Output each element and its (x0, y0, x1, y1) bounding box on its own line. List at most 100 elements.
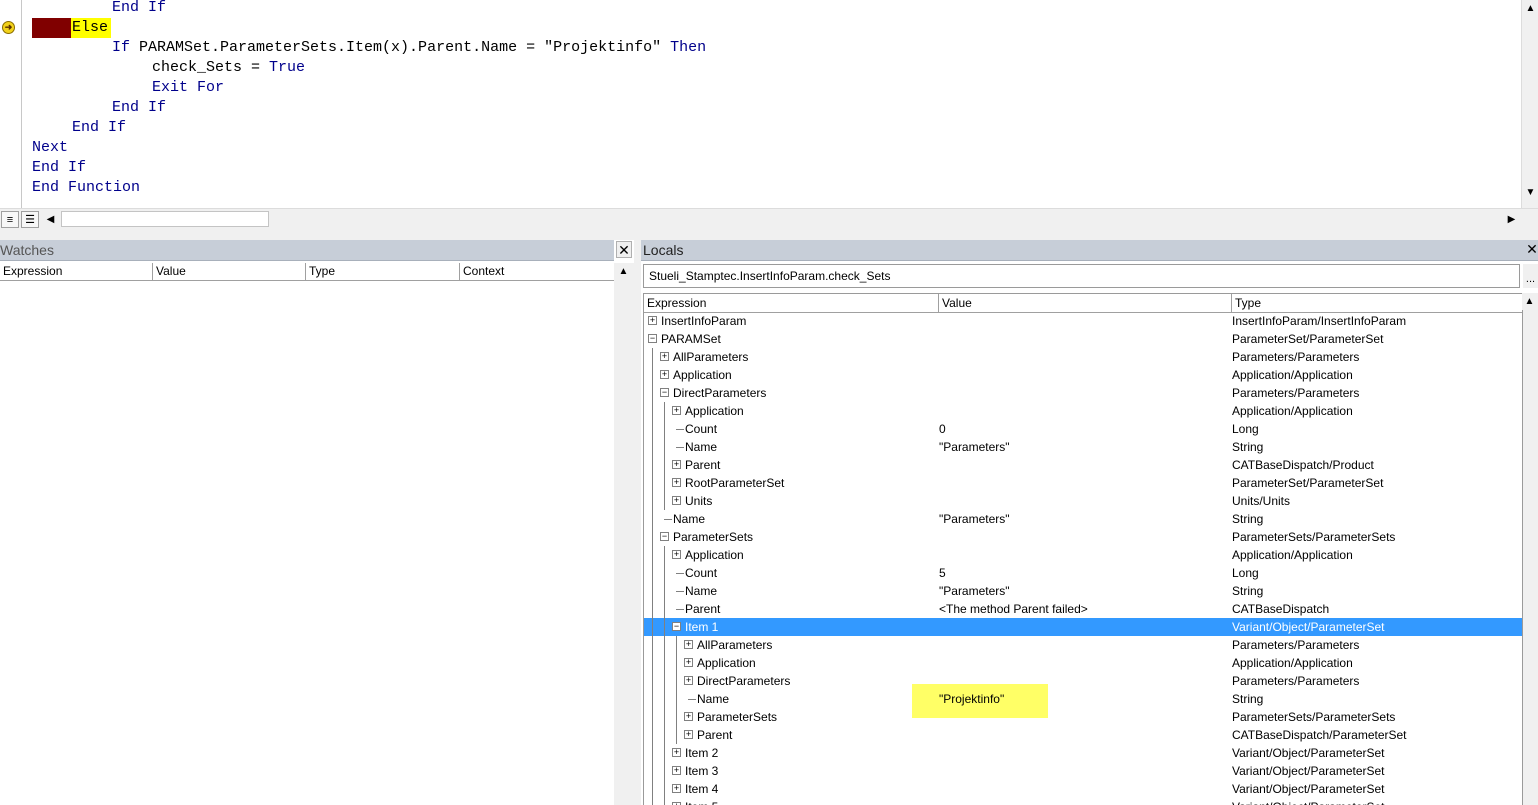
locals-row[interactable]: + Item 4 Variant/Object/ParameterSet (644, 780, 1522, 798)
collapse-icon[interactable]: − (660, 388, 669, 397)
cell-value[interactable]: <The method Parent failed> (939, 600, 1088, 618)
horizontal-scroll-thumb[interactable] (61, 211, 269, 227)
locals-row[interactable]: Parent <The method Parent failed> CATBaseD… (644, 600, 1522, 618)
locals-row[interactable]: + Item 3 Variant/Object/ParameterSet (644, 762, 1522, 780)
expand-icon[interactable]: + (684, 676, 693, 685)
locals-row[interactable]: + Units Units/Units (644, 492, 1522, 510)
call-stack-button[interactable]: ... (1523, 264, 1538, 288)
collapse-icon[interactable]: − (672, 622, 681, 631)
cell-type: Variant/Object/ParameterSet (1232, 620, 1385, 634)
code-line[interactable]: End If (112, 0, 166, 18)
expand-icon[interactable]: + (684, 640, 693, 649)
expand-icon[interactable]: + (672, 550, 681, 559)
expand-icon[interactable]: + (672, 496, 681, 505)
full-module-view-icon[interactable]: ☰ (21, 211, 39, 228)
code-line[interactable]: Exit For (152, 78, 224, 98)
locals-row[interactable]: Name "Projektinfo" String (644, 690, 1522, 708)
locals-row[interactable]: − ParameterSets ParameterSets/ParameterSet… (644, 528, 1522, 546)
locals-row[interactable]: − Item 1 Variant/Object/ParameterSet (644, 618, 1522, 636)
column-header-value[interactable]: Value (153, 263, 306, 280)
expand-icon[interactable]: + (684, 712, 693, 721)
cell-value[interactable]: 5 (939, 564, 946, 582)
locals-vertical-scrollbar[interactable]: ▲ (1522, 293, 1538, 805)
scroll-left-icon[interactable]: ◀ (42, 211, 59, 228)
locals-row[interactable]: + InsertInfoParam InsertInfoParam/InsertIn… (644, 312, 1522, 330)
collapse-icon[interactable]: − (648, 334, 657, 343)
locals-row[interactable]: − DirectParameters Parameters/Parameters (644, 384, 1522, 402)
locals-row[interactable]: Name "Parameters" String (644, 438, 1522, 456)
margin-indicator-bar[interactable]: ➜ (0, 0, 22, 208)
expand-icon[interactable]: + (684, 730, 693, 739)
locals-row[interactable]: + AllParameters Parameters/Parameters (644, 636, 1522, 654)
close-icon[interactable]: ✕ (1525, 241, 1538, 258)
column-header-expression[interactable]: Expression (0, 263, 153, 280)
expand-icon[interactable]: + (660, 370, 669, 379)
locals-row[interactable]: + Application Application/Application (644, 654, 1522, 672)
locals-row[interactable]: +Item 5Variant/Object/ParameterSet (644, 798, 1522, 805)
cell-value[interactable]: 0 (939, 420, 946, 438)
code-line[interactable]: End Function (32, 178, 140, 198)
locals-row[interactable]: Count 5 Long (644, 564, 1522, 582)
code-line[interactable]: End If (32, 158, 86, 178)
locals-row[interactable]: + RootParameterSet ParameterSet/ParameterS… (644, 474, 1522, 492)
code-editor[interactable]: ➜ End If Else If PARAMSet.ParameterSets.It… (0, 0, 1538, 208)
watches-vertical-scrollbar[interactable]: ▲ (614, 263, 634, 805)
locals-row[interactable]: + Parent CATBaseDispatch/Product (644, 456, 1522, 474)
locals-row[interactable]: + Application Application/Application (644, 366, 1522, 384)
locals-row[interactable]: + DirectParameters Parameters/Parameters (644, 672, 1522, 690)
code-line[interactable]: Next (32, 138, 68, 158)
locals-row[interactable]: + Application Application/Application (644, 546, 1522, 564)
pane-splitter[interactable] (0, 231, 1538, 240)
locals-row[interactable]: + Item 2 Variant/Object/ParameterSet (644, 744, 1522, 762)
cell-value[interactable]: "Parameters" (939, 582, 1010, 600)
expand-icon[interactable]: + (672, 460, 681, 469)
tree-guide-line (652, 582, 653, 600)
expand-icon[interactable]: + (672, 766, 681, 775)
expand-icon[interactable]: + (660, 352, 669, 361)
scroll-up-icon[interactable]: ▲ (615, 263, 632, 280)
column-header-expression[interactable]: Expression (644, 294, 939, 312)
cell-value[interactable]: "Projektinfo" (939, 690, 1004, 708)
column-header-value[interactable]: Value (939, 294, 1232, 312)
scroll-right-icon[interactable]: ▶ (1503, 211, 1520, 228)
code-vertical-scrollbar[interactable]: ▲ ▼ (1521, 0, 1538, 208)
expand-icon[interactable]: + (672, 406, 681, 415)
expand-icon[interactable]: + (684, 658, 693, 667)
cell-expression: AllParameters (697, 638, 773, 652)
cell-expression: Application (697, 656, 756, 670)
locals-tree-table[interactable]: Expression Value Type + InsertInfoParam In… (643, 293, 1523, 805)
code-line[interactable]: check_Sets = True (152, 58, 305, 78)
column-header-type[interactable]: Type (1232, 294, 1522, 312)
locals-row[interactable]: Count 0 Long (644, 420, 1522, 438)
watches-locals-divider[interactable] (634, 240, 641, 805)
column-header-type[interactable]: Type (306, 263, 460, 280)
cell-type: Application/Application (1232, 404, 1353, 418)
locals-row[interactable]: − PARAMSet ParameterSet/ParameterSet (644, 330, 1522, 348)
procedure-view-icon[interactable]: ≡ (1, 211, 19, 228)
code-line[interactable]: End If (72, 118, 126, 138)
tree-guide-line (676, 708, 677, 726)
close-icon[interactable]: ✕ (616, 241, 632, 258)
code-line[interactable]: Else (72, 18, 108, 38)
code-line[interactable]: End If (112, 98, 166, 118)
expand-icon[interactable]: + (672, 748, 681, 757)
locals-row[interactable]: + Parent CATBaseDispatch/ParameterSet (644, 726, 1522, 744)
locals-row[interactable]: + ParameterSets ParameterSets/ParameterSet… (644, 708, 1522, 726)
column-header-context[interactable]: Context (460, 263, 614, 280)
scroll-up-icon[interactable]: ▲ (1522, 0, 1538, 17)
cell-type: String (1232, 584, 1264, 598)
locals-row[interactable]: Name "Parameters" String (644, 582, 1522, 600)
code-line[interactable]: If PARAMSet.ParameterSets.Item(x).Parent… (112, 38, 706, 58)
expand-icon[interactable]: + (672, 784, 681, 793)
locals-row[interactable]: Name "Parameters" String (644, 510, 1522, 528)
expand-icon[interactable]: + (648, 316, 657, 325)
collapse-icon[interactable]: − (660, 532, 669, 541)
scroll-up-icon[interactable]: ▲ (1522, 293, 1537, 310)
locals-row[interactable]: + Application Application/Application (644, 402, 1522, 420)
scroll-down-icon[interactable]: ▼ (1522, 184, 1538, 201)
expand-icon[interactable]: + (672, 478, 681, 487)
breakpoint-highlight (32, 18, 71, 38)
locals-row[interactable]: + AllParameters Parameters/Parameters (644, 348, 1522, 366)
cell-value[interactable]: "Parameters" (939, 510, 1010, 528)
cell-value[interactable]: "Parameters" (939, 438, 1010, 456)
